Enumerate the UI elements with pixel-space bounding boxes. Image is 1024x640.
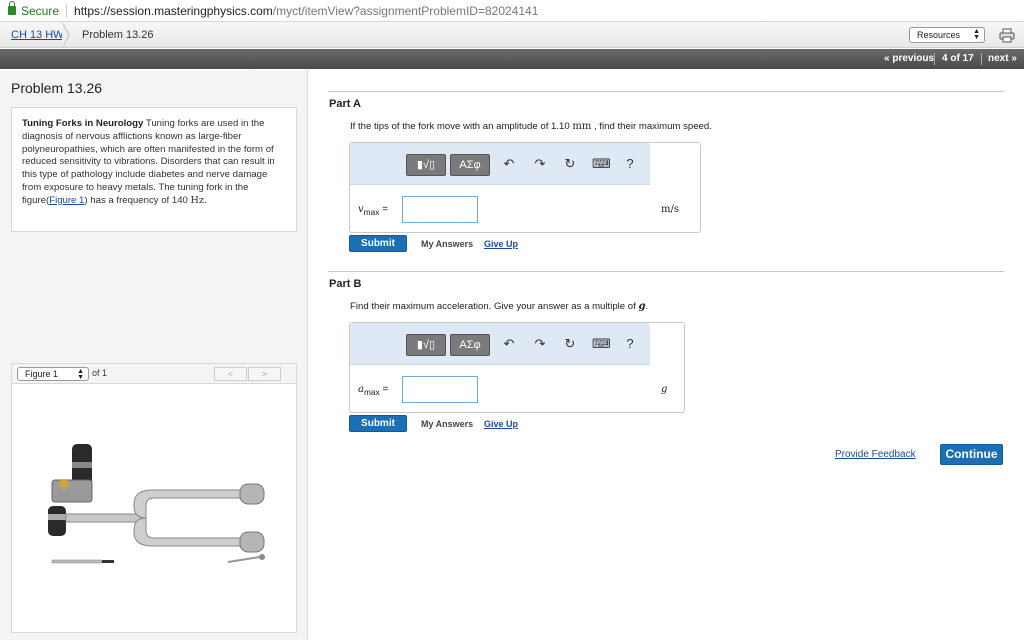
lock-icon [8, 1, 16, 15]
rod-left [51, 559, 103, 564]
undo-icon[interactable]: ↶ [501, 156, 517, 172]
part-a-unit: m/s [661, 204, 679, 215]
intro-end: . [203, 194, 207, 206]
templates-button[interactable]: ▮√▯ [406, 154, 446, 176]
equation-toolbar: ▮√▯ ΑΣφ ↶ ↷ ↻ ⌨ ? [350, 143, 650, 185]
figure-select[interactable]: Figure 1 ▲ ▼ [17, 367, 89, 381]
templates-button[interactable]: ▮√▯ [406, 334, 446, 356]
intro-tail: ) has a frequency of 140 [84, 194, 188, 206]
divider [66, 4, 68, 17]
part-a-variable: vmax = [358, 204, 388, 217]
select-arrows-icon: ▲ ▼ [77, 368, 84, 381]
part-a-prompt-post: , find their maximum speed. [594, 121, 712, 132]
part-b-my-answers-link[interactable]: My Answers [421, 419, 473, 429]
part-b-variable: amax = [358, 384, 388, 397]
lower-weight [239, 531, 265, 553]
part-b-prompt: Find their maximum acceleration. Give yo… [350, 301, 648, 312]
tuning-fork-illustration [48, 444, 265, 564]
url-path[interactable]: /myct/itemView?assignmentProblemID=82024… [273, 4, 539, 18]
symbols-button[interactable]: ΑΣφ [450, 334, 490, 356]
divider [934, 53, 935, 65]
freq-unit: Hz [190, 194, 204, 206]
select-arrows-icon: ▲ ▼ [973, 28, 980, 41]
equation-toolbar: ▮√▯ ΑΣφ ↶ ↷ ↻ ⌨ ? [350, 323, 650, 365]
provide-feedback-link[interactable]: Provide Feedback [835, 449, 916, 460]
keyboard-icon[interactable]: ⌨ [592, 336, 611, 352]
part-a-prompt: If the tips of the fork move with an amp… [350, 121, 712, 132]
hammer-band [72, 462, 92, 468]
problem-sidebar: Problem 13.26 Tuning Forks in Neurology … [0, 70, 308, 640]
figure-link[interactable]: Figure 1 [49, 195, 84, 206]
resources-select-label: Resources [917, 30, 961, 40]
intro-text: Tuning forks are used in the diagnosis o… [22, 118, 275, 206]
fork-stem [65, 513, 147, 523]
part-b-label: Part B [329, 278, 362, 290]
problem-title: Problem 13.26 [11, 80, 103, 96]
part-a-submit-button[interactable]: Submit [349, 235, 407, 252]
part-b-prompt-pre: Find their maximum acceleration. Give yo… [350, 301, 636, 312]
continue-button[interactable]: Continue [940, 444, 1003, 465]
part-b-unit: g [661, 384, 668, 395]
intro-heading: Tuning Forks in Neurology [22, 118, 144, 129]
reset-icon[interactable]: ↻ [562, 156, 578, 172]
keyboard-icon[interactable]: ⌨ [592, 156, 611, 172]
help-icon[interactable]: ? [622, 336, 638, 352]
figure-next-button[interactable]: > [248, 367, 281, 381]
hammer-gear [59, 479, 69, 489]
figure-prev-button[interactable]: < [214, 367, 247, 381]
part-a-prompt-pre: If the tips of the fork move with an amp… [350, 121, 570, 132]
next-link[interactable]: next » [988, 53, 1017, 64]
print-icon[interactable] [999, 28, 1015, 43]
part-b-submit-button[interactable]: Submit [349, 415, 407, 432]
hammer-grip-band [48, 514, 66, 520]
figure-count: of 1 [92, 368, 108, 378]
equals-sign: = [382, 384, 389, 395]
fork-upper-tine [133, 489, 253, 519]
redo-icon[interactable]: ↷ [532, 336, 548, 352]
part-a-label: Part A [329, 98, 361, 110]
part-b-rule [328, 271, 1004, 272]
breadcrumb-assignment-link[interactable]: CH 13 HW [11, 29, 64, 41]
part-a-give-up-link[interactable]: Give Up [484, 239, 518, 249]
figure-area [11, 383, 297, 633]
hammer-body [51, 479, 93, 503]
fork-lower-tine [133, 517, 253, 547]
breadcrumb: CH 13 HW Problem 13.26 Resources ▲ ▼ [0, 22, 1024, 48]
equals-sign: = [382, 204, 389, 215]
url-host[interactable]: https://session.masteringphysics.com [74, 4, 273, 18]
part-a-rule [328, 91, 1004, 92]
problem-nav-bar: « previous 4 of 17 next » [0, 49, 1024, 69]
breadcrumb-separator [62, 22, 70, 48]
divider [981, 53, 982, 65]
figure-select-label: Figure 1 [25, 369, 59, 379]
rod-right [227, 556, 261, 563]
help-icon[interactable]: ? [622, 156, 638, 172]
redo-icon[interactable]: ↷ [532, 156, 548, 172]
resources-select[interactable]: Resources ▲ ▼ [909, 27, 985, 43]
part-a-prompt-unit: mm [572, 121, 592, 132]
part-b-answer-input[interactable] [402, 376, 478, 403]
secure-label: Secure [21, 3, 60, 18]
rod-left-tip [102, 560, 114, 563]
var-subscript: max [363, 207, 380, 217]
problem-position: 4 of 17 [942, 53, 974, 64]
breadcrumb-current: Problem 13.26 [82, 29, 154, 41]
figure-toolbar: Figure 1 ▲ ▼ of 1 < > [11, 363, 297, 383]
part-a-answer-input[interactable] [402, 196, 478, 223]
rod-right-tip [259, 554, 265, 560]
part-b-prompt-post: . [645, 301, 649, 312]
hammer-grip [48, 506, 66, 536]
part-a-answer-box: ▮√▯ ΑΣφ ↶ ↷ ↻ ⌨ ? vmax = m/s [349, 142, 701, 233]
part-a-my-answers-link[interactable]: My Answers [421, 239, 473, 249]
problem-intro: Tuning Forks in Neurology Tuning forks a… [11, 107, 297, 232]
undo-icon[interactable]: ↶ [501, 336, 517, 352]
var-subscript: max [363, 387, 380, 397]
upper-weight [239, 483, 265, 505]
reset-icon[interactable]: ↻ [562, 336, 578, 352]
part-b-give-up-link[interactable]: Give Up [484, 419, 518, 429]
symbols-button[interactable]: ΑΣφ [450, 154, 490, 176]
address-bar[interactable]: Secure https://session.masteringphysics.… [0, 0, 1024, 22]
part-b-answer-box: ▮√▯ ΑΣφ ↶ ↷ ↻ ⌨ ? amax = g [349, 322, 685, 413]
previous-link[interactable]: « previous [884, 53, 934, 64]
